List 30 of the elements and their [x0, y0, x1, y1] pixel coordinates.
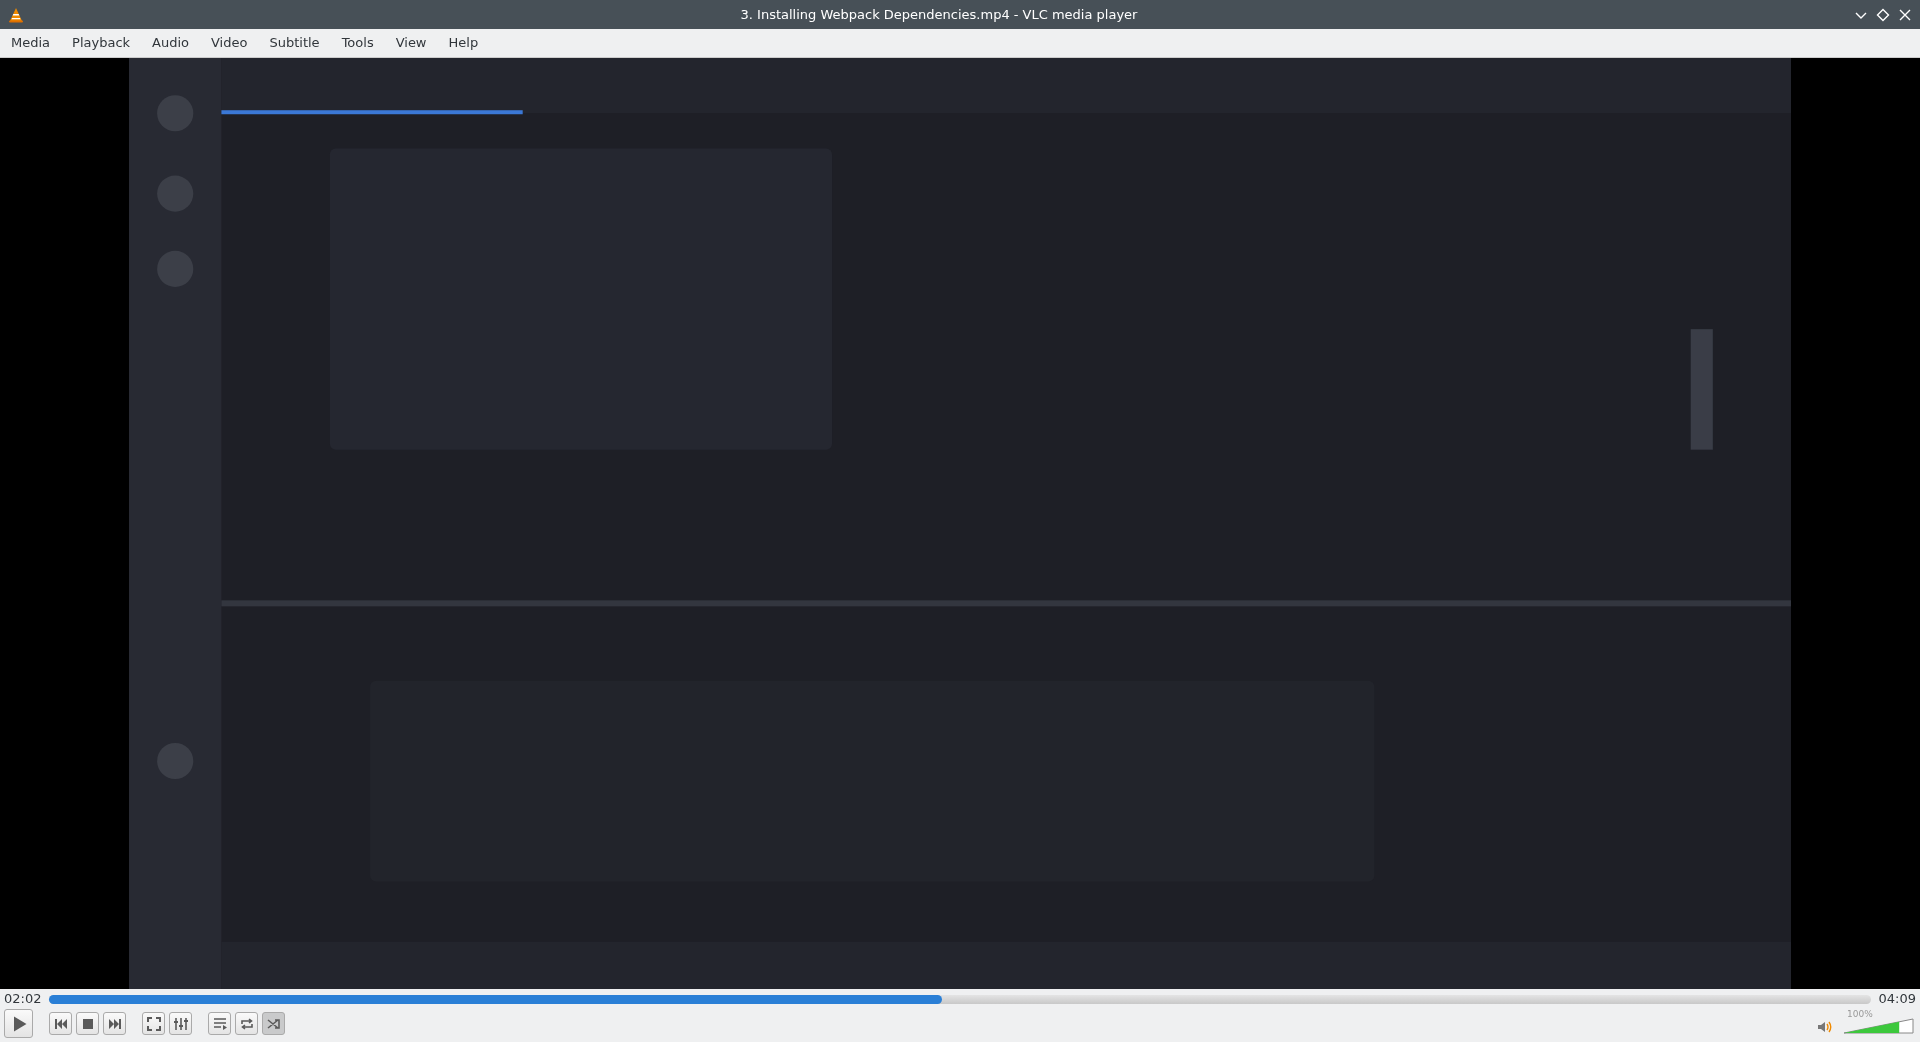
total-time: 04:09: [1878, 990, 1916, 1009]
loop-button[interactable]: [235, 1012, 258, 1035]
menu-item[interactable]: Tools: [330, 33, 385, 53]
fullscreen-button[interactable]: [142, 1012, 165, 1035]
loop-icon: [238, 1015, 255, 1032]
playlist-icon: [211, 1015, 228, 1032]
equalizer-button[interactable]: [169, 1012, 192, 1035]
elapsed-time: 02:02: [4, 990, 42, 1009]
menu-item[interactable]: Audio: [141, 33, 200, 53]
window-title: 3. Installing Webpack Dependencies.mp4 - VLC media player: [739, 5, 1139, 24]
equalizer-icon: [172, 1015, 189, 1032]
close-icon[interactable]: [1898, 7, 1912, 22]
fullscreen-icon: [145, 1015, 162, 1032]
menu-item[interactable]: Video: [200, 33, 259, 53]
shuffle-button[interactable]: [262, 1012, 285, 1035]
menu-item[interactable]: Playback: [61, 33, 142, 53]
seek-bar[interactable]: [49, 994, 1871, 1004]
vlc-cone-icon: [8, 6, 24, 23]
play-button[interactable]: [4, 1009, 33, 1038]
playlist-button[interactable]: [208, 1012, 231, 1035]
menu-item[interactable]: Media: [0, 33, 62, 53]
maximize-icon[interactable]: [1876, 7, 1890, 22]
menu-item[interactable]: View: [384, 33, 438, 53]
menu-item[interactable]: Subtitle: [258, 33, 331, 53]
next-button[interactable]: [103, 1012, 126, 1035]
menu-item[interactable]: Help: [437, 33, 490, 53]
stop-button[interactable]: [76, 1012, 99, 1035]
speaker-icon[interactable]: [1817, 1019, 1833, 1034]
volume-reading: 100%: [1847, 1007, 1873, 1021]
previous-button[interactable]: [49, 1012, 72, 1035]
